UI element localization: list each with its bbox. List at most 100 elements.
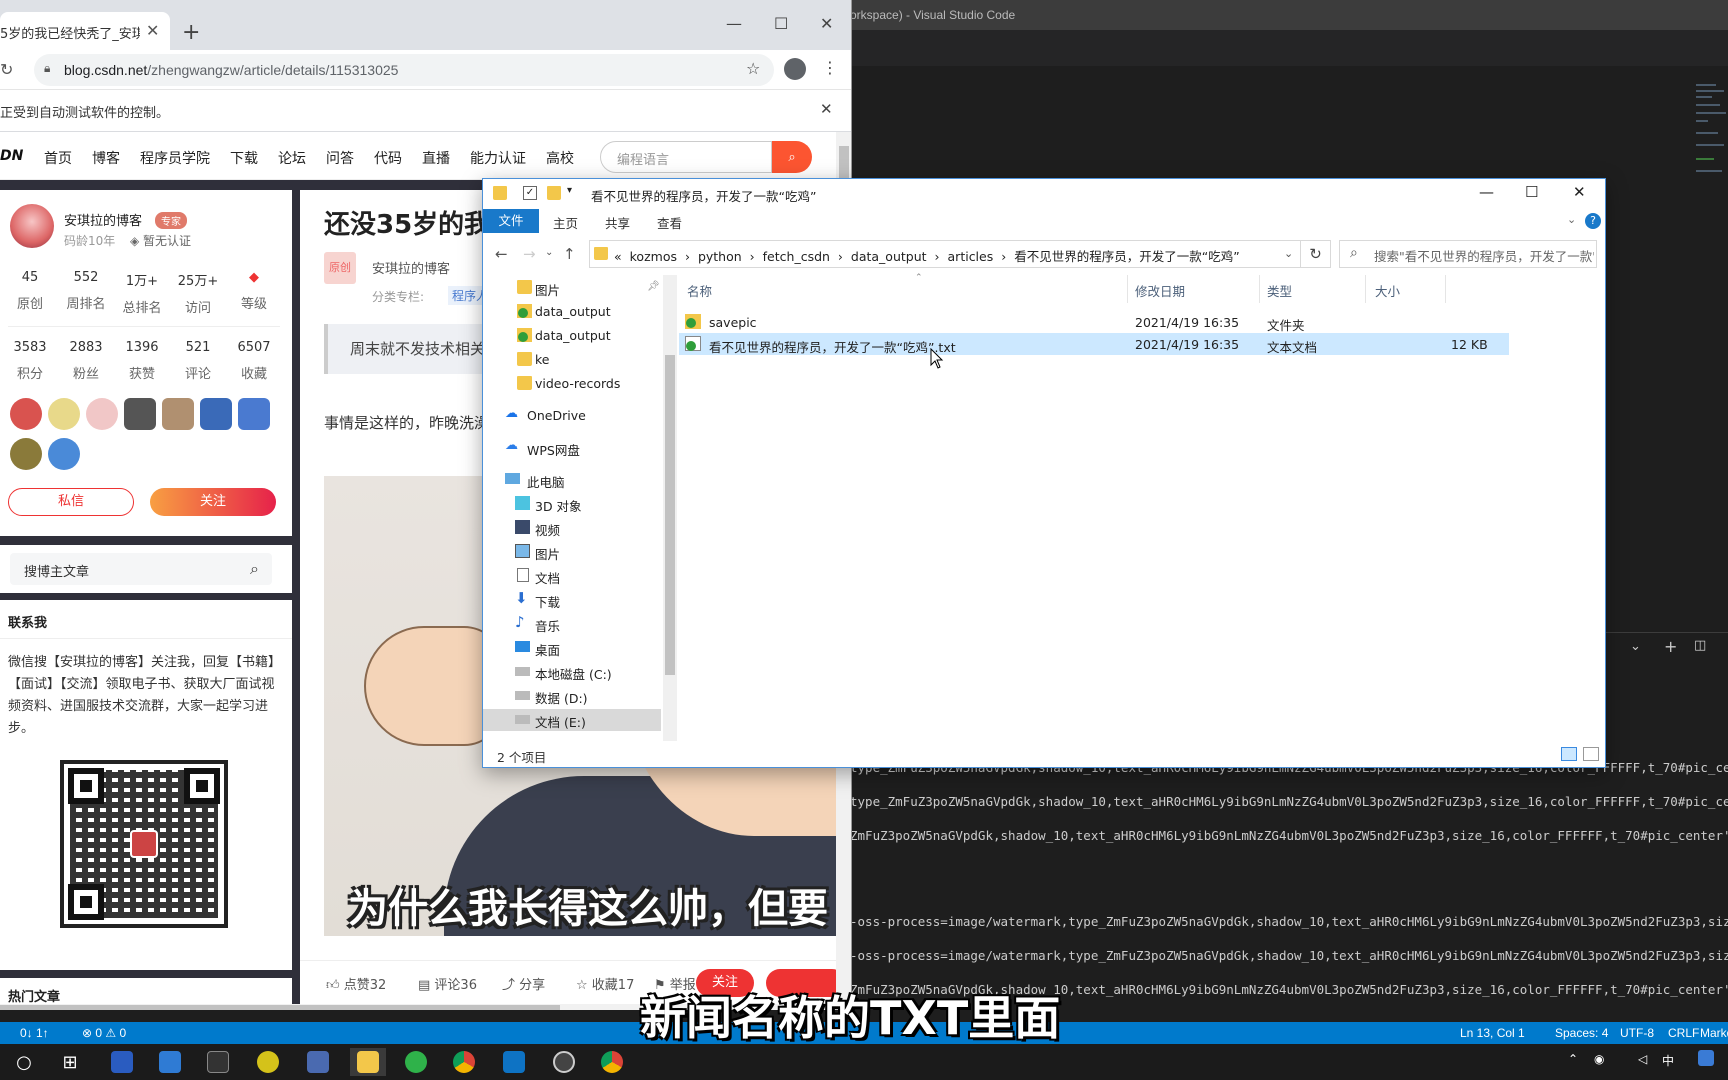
breadcrumb-python[interactable]: python [698,249,742,264]
language-status[interactable]: Markdo [1700,1026,1728,1040]
large-icons-view-icon[interactable] [1583,747,1599,761]
remote-desktop-icon[interactable] [300,1048,336,1076]
new-folder-icon[interactable] [547,186,561,200]
nav-download[interactable]: 下载 [230,148,258,168]
tray-volume-icon[interactable]: ◁ [1638,1052,1647,1066]
nav-item-ke[interactable]: ke [483,349,661,371]
ribbon-tab-file[interactable]: 文件 [483,209,539,233]
new-tab-icon[interactable]: + [182,20,200,45]
minimize-icon[interactable]: — [1479,183,1494,201]
nav-item-drive-d[interactable]: 数据 (D:) [483,685,661,707]
chrome-menu-icon[interactable]: ⋮ [822,58,838,77]
explorer-address-bar[interactable]: « kozmos › python › fetch_csdn › data_ou… [589,240,1301,268]
breadcrumb-kozmos[interactable]: kozmos [630,249,677,264]
scrollbar-thumb[interactable] [665,355,675,675]
column-separator[interactable] [1445,275,1446,303]
tray-chevron-icon[interactable]: ⌃ [1568,1052,1578,1066]
nav-item-drive-e[interactable]: 文档 (E:) [483,709,661,731]
minimize-icon[interactable]: — [726,14,742,33]
terminal-app-icon[interactable] [200,1048,236,1076]
indentation-status[interactable]: Spaces: 4 [1555,1026,1608,1040]
nav-home[interactable]: 首页 [44,148,72,168]
nav-code[interactable]: 代码 [374,148,402,168]
maximize-icon[interactable]: ☐ [774,14,788,33]
recent-dropdown-icon[interactable]: ⌄ [545,247,553,258]
nav-item-data-output-2[interactable]: data_output [483,325,661,347]
ribbon-expand-icon[interactable]: ⌄ [1567,213,1576,226]
stat-points[interactable]: 3583 积分 [2,340,58,382]
medal-icon[interactable] [124,398,156,430]
breadcrumb-overflow[interactable]: « [614,249,622,264]
stat-original[interactable]: 45 原创 [2,270,58,312]
maximize-icon[interactable]: ☐ [1525,183,1538,201]
breadcrumb-fetch-csdn[interactable]: fetch_csdn [763,249,830,264]
nav-item-downloads[interactable]: ⬇ 下载 [483,589,661,611]
stat-weekly-rank[interactable]: 552 周排名 [58,270,114,312]
nav-item-3d-objects[interactable]: 3D 对象 [483,493,661,515]
column-header-type[interactable]: 类型 [1267,281,1292,300]
csdn-search-button[interactable]: ⌕ [772,141,812,173]
medal-icon[interactable] [238,398,270,430]
breadcrumb-data-output[interactable]: data_output [851,249,927,264]
collect-button[interactable]: ☆ 收藏17 [576,974,634,993]
close-window-icon[interactable]: ✕ [1573,183,1586,201]
new-terminal-icon[interactable]: + [1664,637,1677,656]
details-view-icon[interactable] [1561,747,1577,761]
address-dropdown-icon[interactable]: ⌄ [1284,247,1293,260]
column-separator[interactable] [1365,275,1366,303]
profile-avatar-icon[interactable] [784,58,806,80]
chrome-icon[interactable] [446,1048,482,1076]
nav-item-pictures-quick[interactable]: 图片 [483,277,661,299]
nav-item-video-records[interactable]: video-records [483,373,661,395]
csdn-search-input[interactable]: 编程语言 [600,141,772,173]
breadcrumb-separator[interactable]: › [838,249,843,264]
chrome-icon-2[interactable] [594,1048,630,1076]
panel-dropdown-icon[interactable]: ⌄ [1630,639,1641,654]
stat-visits[interactable]: 25万+ 访问 [170,270,226,316]
medal-icon[interactable] [200,398,232,430]
up-icon[interactable]: ↑ [563,245,576,263]
article-author[interactable]: 安琪拉的博客 [372,258,450,277]
follow-button[interactable]: 关注 [150,488,276,516]
obs-icon[interactable] [546,1048,582,1076]
breadcrumb-separator[interactable]: › [685,249,690,264]
vscode-icon[interactable] [496,1048,532,1076]
address-bar[interactable]: 🔒︎ blog.csdn.net/zhengwangzw/article/det… [34,54,774,86]
close-tab-icon[interactable]: ✕ [146,21,159,40]
medal-icon[interactable] [48,398,80,430]
stat-level[interactable]: ◆ 等级 [226,270,282,312]
eol-status[interactable]: CRLF [1668,1026,1699,1040]
breadcrumb-separator[interactable]: › [935,249,940,264]
medal-icon[interactable] [162,398,194,430]
close-window-icon[interactable]: ✕ [820,14,833,33]
breadcrumb-separator[interactable]: › [750,249,755,264]
stat-collections[interactable]: 6507 收藏 [226,340,282,382]
nav-item-onedrive[interactable]: ☁ OneDrive [483,405,661,427]
column-header-name[interactable]: 名称 [687,281,712,300]
nav-item-data-output-1[interactable]: data_output [483,301,661,323]
app-green-icon[interactable] [250,1048,286,1076]
nav-live[interactable]: 直播 [422,148,450,168]
breadcrumb-current-folder[interactable]: 看不见世界的程序员，开发了一款“吃鸡” [1014,249,1239,264]
blogger-name[interactable]: 安琪拉的博客 [64,210,142,229]
csdn-logo[interactable]: DN [0,148,23,164]
forward-icon[interactable]: → [523,245,536,263]
reload-icon[interactable]: ↻ [0,60,13,79]
column-header-modified[interactable]: 修改日期 [1135,281,1185,300]
properties-icon[interactable]: ✓ [523,186,537,200]
medal-icon[interactable] [10,398,42,430]
cursor-position[interactable]: Ln 13, Col 1 [1460,1026,1525,1040]
nav-academy[interactable]: 程序员学院 [140,148,210,168]
tray-network-icon[interactable]: ◉ [1594,1052,1604,1066]
nav-qa[interactable]: 问答 [326,148,354,168]
nav-item-pictures[interactable]: 图片 [483,541,661,563]
medal-icon[interactable] [10,438,42,470]
quick-access-dropdown-icon[interactable]: ▾ [567,185,572,196]
nav-campus[interactable]: 高校 [546,148,574,168]
stat-comments[interactable]: 521 评论 [170,340,226,382]
nav-item-this-pc[interactable]: 此电脑 [483,469,661,491]
refresh-button[interactable]: ↻ [1301,240,1331,268]
file-explorer-icon[interactable] [350,1048,386,1076]
medal-icon[interactable] [48,438,80,470]
nav-item-music[interactable]: ♪ 音乐 [483,613,661,635]
